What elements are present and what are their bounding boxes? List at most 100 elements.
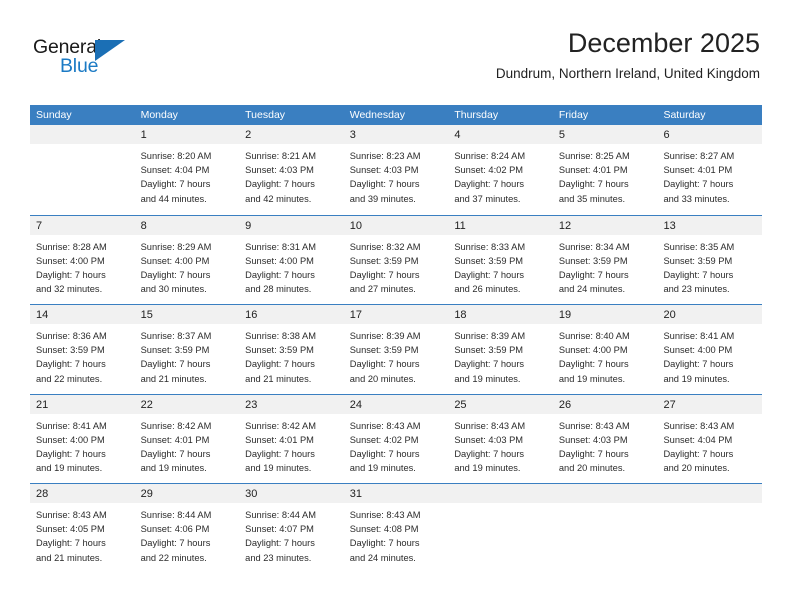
daylight-line-1: Daylight: 7 hours bbox=[663, 179, 734, 190]
day-details bbox=[30, 144, 135, 149]
daylight-line-2: and 19 minutes. bbox=[349, 463, 416, 474]
sunset-line: Sunset: 4:01 PM bbox=[140, 434, 210, 445]
day-cell[interactable]: 29 Sunrise: 8:44 AM Sunset: 4:06 PM Dayl… bbox=[134, 484, 240, 573]
sunset-line: Sunset: 4:04 PM bbox=[663, 434, 733, 445]
day-cell[interactable]: 19 Sunrise: 8:40 AM Sunset: 4:00 PM Dayl… bbox=[552, 305, 658, 394]
sunrise-line: Sunrise: 8:39 AM bbox=[454, 331, 526, 341]
day-details: Sunrise: 8:23 AM Sunset: 4:03 PM Dayligh… bbox=[344, 144, 449, 206]
day-cell[interactable]: 30 Sunrise: 8:44 AM Sunset: 4:07 PM Dayl… bbox=[239, 484, 344, 573]
logo-text-blue: Blue bbox=[60, 55, 99, 77]
day-cell[interactable]: 1 Sunrise: 8:20 AM Sunset: 4:04 PM Dayli… bbox=[134, 125, 240, 215]
sunset-line: Sunset: 4:03 PM bbox=[454, 434, 524, 445]
day-cell[interactable]: 7 Sunrise: 8:28 AM Sunset: 4:00 PM Dayli… bbox=[30, 215, 135, 305]
day-cell[interactable]: 25 Sunrise: 8:43 AM Sunset: 4:03 PM Dayl… bbox=[448, 394, 553, 484]
day-details: Sunrise: 8:36 AM Sunset: 3:59 PM Dayligh… bbox=[30, 324, 135, 386]
day-cell[interactable]: 27 Sunrise: 8:43 AM Sunset: 4:04 PM Dayl… bbox=[657, 394, 763, 484]
day-cell[interactable]: 9 Sunrise: 8:31 AM Sunset: 4:00 PM Dayli… bbox=[239, 215, 344, 305]
day-cell[interactable]: 20 Sunrise: 8:41 AM Sunset: 4:00 PM Dayl… bbox=[657, 305, 763, 394]
day-number: 10 bbox=[349, 219, 362, 232]
daylight-line-2: and 27 minutes. bbox=[349, 284, 416, 295]
day-cell[interactable]: 23 Sunrise: 8:42 AM Sunset: 4:01 PM Dayl… bbox=[239, 394, 344, 484]
day-number-band: 3 bbox=[343, 125, 449, 144]
calendar-grid: Sunday Monday Tuesday Wednesday Thursday… bbox=[30, 105, 763, 573]
day-cell[interactable]: 28 Sunrise: 8:43 AM Sunset: 4:05 PM Dayl… bbox=[30, 484, 135, 573]
day-cell[interactable]: 16 Sunrise: 8:38 AM Sunset: 3:59 PM Dayl… bbox=[239, 305, 344, 394]
daylight-line-2: and 19 minutes. bbox=[454, 463, 521, 474]
week-row: 28 Sunrise: 8:43 AM Sunset: 4:05 PM Dayl… bbox=[30, 483, 763, 573]
sunset-line: Sunset: 4:04 PM bbox=[140, 165, 210, 176]
sunrise-line: Sunrise: 8:29 AM bbox=[140, 241, 212, 252]
day-number-band: 27 bbox=[657, 394, 763, 414]
sunrise-line: Sunrise: 8:28 AM bbox=[36, 241, 107, 252]
day-cell[interactable]: 12 Sunrise: 8:34 AM Sunset: 3:59 PM Dayl… bbox=[552, 215, 658, 305]
day-number-band: 19 bbox=[552, 305, 658, 324]
day-number-band: 17 bbox=[343, 305, 449, 324]
day-details: Sunrise: 8:44 AM Sunset: 4:06 PM Dayligh… bbox=[135, 503, 240, 565]
day-number-band: 7 bbox=[30, 215, 135, 235]
sunset-line: Sunset: 4:00 PM bbox=[36, 255, 105, 266]
sunset-line: Sunset: 3:59 PM bbox=[245, 345, 314, 356]
day-number: 11 bbox=[454, 219, 466, 232]
daylight-line-2: and 26 minutes. bbox=[454, 284, 521, 295]
day-cell[interactable]: 15 Sunrise: 8:37 AM Sunset: 3:59 PM Dayl… bbox=[134, 305, 240, 394]
daylight-line-1: Daylight: 7 hours bbox=[558, 359, 629, 370]
day-cell[interactable]: 6 Sunrise: 8:27 AM Sunset: 4:01 PM Dayli… bbox=[657, 125, 763, 215]
sunset-line: Sunset: 3:59 PM bbox=[663, 255, 733, 266]
day-cell[interactable]: 10 Sunrise: 8:32 AM Sunset: 3:59 PM Dayl… bbox=[343, 215, 449, 305]
day-number: 14 bbox=[36, 309, 49, 321]
day-number: 7 bbox=[36, 219, 43, 232]
day-cell[interactable]: 26 Sunrise: 8:43 AM Sunset: 4:03 PM Dayl… bbox=[552, 394, 658, 484]
daylight-line-1: Daylight: 7 hours bbox=[663, 269, 734, 280]
day-details: Sunrise: 8:37 AM Sunset: 3:59 PM Dayligh… bbox=[135, 324, 240, 386]
daylight-line-1: Daylight: 7 hours bbox=[36, 448, 106, 459]
day-number: 29 bbox=[140, 488, 153, 500]
daylight-line-2: and 21 minutes. bbox=[36, 552, 103, 563]
day-cell[interactable]: 13 Sunrise: 8:35 AM Sunset: 3:59 PM Dayl… bbox=[657, 215, 763, 305]
day-number: 9 bbox=[245, 219, 252, 232]
day-cell[interactable]: 31 Sunrise: 8:43 AM Sunset: 4:08 PM Dayl… bbox=[343, 484, 449, 573]
sunset-line: Sunset: 3:59 PM bbox=[36, 345, 105, 356]
sunrise-line: Sunrise: 8:25 AM bbox=[558, 151, 630, 161]
day-number-band: 5 bbox=[552, 125, 658, 144]
day-number: 8 bbox=[140, 219, 147, 232]
daylight-line-1: Daylight: 7 hours bbox=[140, 538, 211, 549]
day-cell[interactable] bbox=[552, 484, 658, 573]
day-details: Sunrise: 8:33 AM Sunset: 3:59 PM Dayligh… bbox=[448, 235, 553, 297]
sunrise-line: Sunrise: 8:38 AM bbox=[245, 331, 316, 341]
daylight-line-2: and 20 minutes. bbox=[663, 463, 730, 474]
sunrise-line: Sunrise: 8:31 AM bbox=[245, 241, 316, 252]
day-cell[interactable] bbox=[657, 484, 763, 573]
day-number-band: 22 bbox=[134, 394, 240, 414]
day-cell[interactable]: 3 Sunrise: 8:23 AM Sunset: 4:03 PM Dayli… bbox=[343, 125, 449, 215]
sunrise-line: Sunrise: 8:43 AM bbox=[349, 420, 421, 431]
day-cell[interactable]: 17 Sunrise: 8:39 AM Sunset: 3:59 PM Dayl… bbox=[343, 305, 449, 394]
day-number-band: 16 bbox=[239, 305, 344, 324]
day-number-band: 29 bbox=[134, 484, 240, 503]
day-cell[interactable]: 8 Sunrise: 8:29 AM Sunset: 4:00 PM Dayli… bbox=[134, 215, 240, 305]
daylight-line-2: and 30 minutes. bbox=[140, 284, 207, 295]
day-details: Sunrise: 8:43 AM Sunset: 4:08 PM Dayligh… bbox=[344, 503, 449, 565]
day-cell[interactable]: 21 Sunrise: 8:41 AM Sunset: 4:00 PM Dayl… bbox=[30, 394, 135, 484]
day-number: 15 bbox=[140, 309, 153, 321]
day-cell[interactable] bbox=[448, 484, 553, 573]
daylight-line-1: Daylight: 7 hours bbox=[663, 448, 734, 459]
daylight-line-2: and 19 minutes. bbox=[36, 463, 103, 474]
day-cell[interactable]: 14 Sunrise: 8:36 AM Sunset: 3:59 PM Dayl… bbox=[30, 305, 135, 394]
daylight-line-1: Daylight: 7 hours bbox=[245, 448, 315, 459]
day-number: 30 bbox=[245, 488, 258, 500]
day-cell[interactable]: 2 Sunrise: 8:21 AM Sunset: 4:03 PM Dayli… bbox=[239, 125, 344, 215]
day-cell[interactable]: 4 Sunrise: 8:24 AM Sunset: 4:02 PM Dayli… bbox=[448, 125, 553, 215]
sunrise-line: Sunrise: 8:44 AM bbox=[245, 510, 316, 520]
day-cell[interactable]: 24 Sunrise: 8:43 AM Sunset: 4:02 PM Dayl… bbox=[343, 394, 449, 484]
general-blue-logo[interactable]: General Blue bbox=[33, 36, 143, 82]
day-cell[interactable]: 18 Sunrise: 8:39 AM Sunset: 3:59 PM Dayl… bbox=[448, 305, 553, 394]
day-cell[interactable]: 11 Sunrise: 8:33 AM Sunset: 3:59 PM Dayl… bbox=[448, 215, 553, 305]
daylight-line-1: Daylight: 7 hours bbox=[454, 179, 525, 190]
day-cell[interactable]: 5 Sunrise: 8:25 AM Sunset: 4:01 PM Dayli… bbox=[552, 125, 658, 215]
day-number-band: 30 bbox=[239, 484, 344, 503]
day-cell[interactable] bbox=[30, 125, 135, 215]
daylight-line-2: and 39 minutes. bbox=[349, 193, 416, 204]
day-details: Sunrise: 8:38 AM Sunset: 3:59 PM Dayligh… bbox=[239, 324, 344, 386]
sunset-line: Sunset: 3:59 PM bbox=[349, 255, 419, 266]
day-cell[interactable]: 22 Sunrise: 8:42 AM Sunset: 4:01 PM Dayl… bbox=[134, 394, 240, 484]
